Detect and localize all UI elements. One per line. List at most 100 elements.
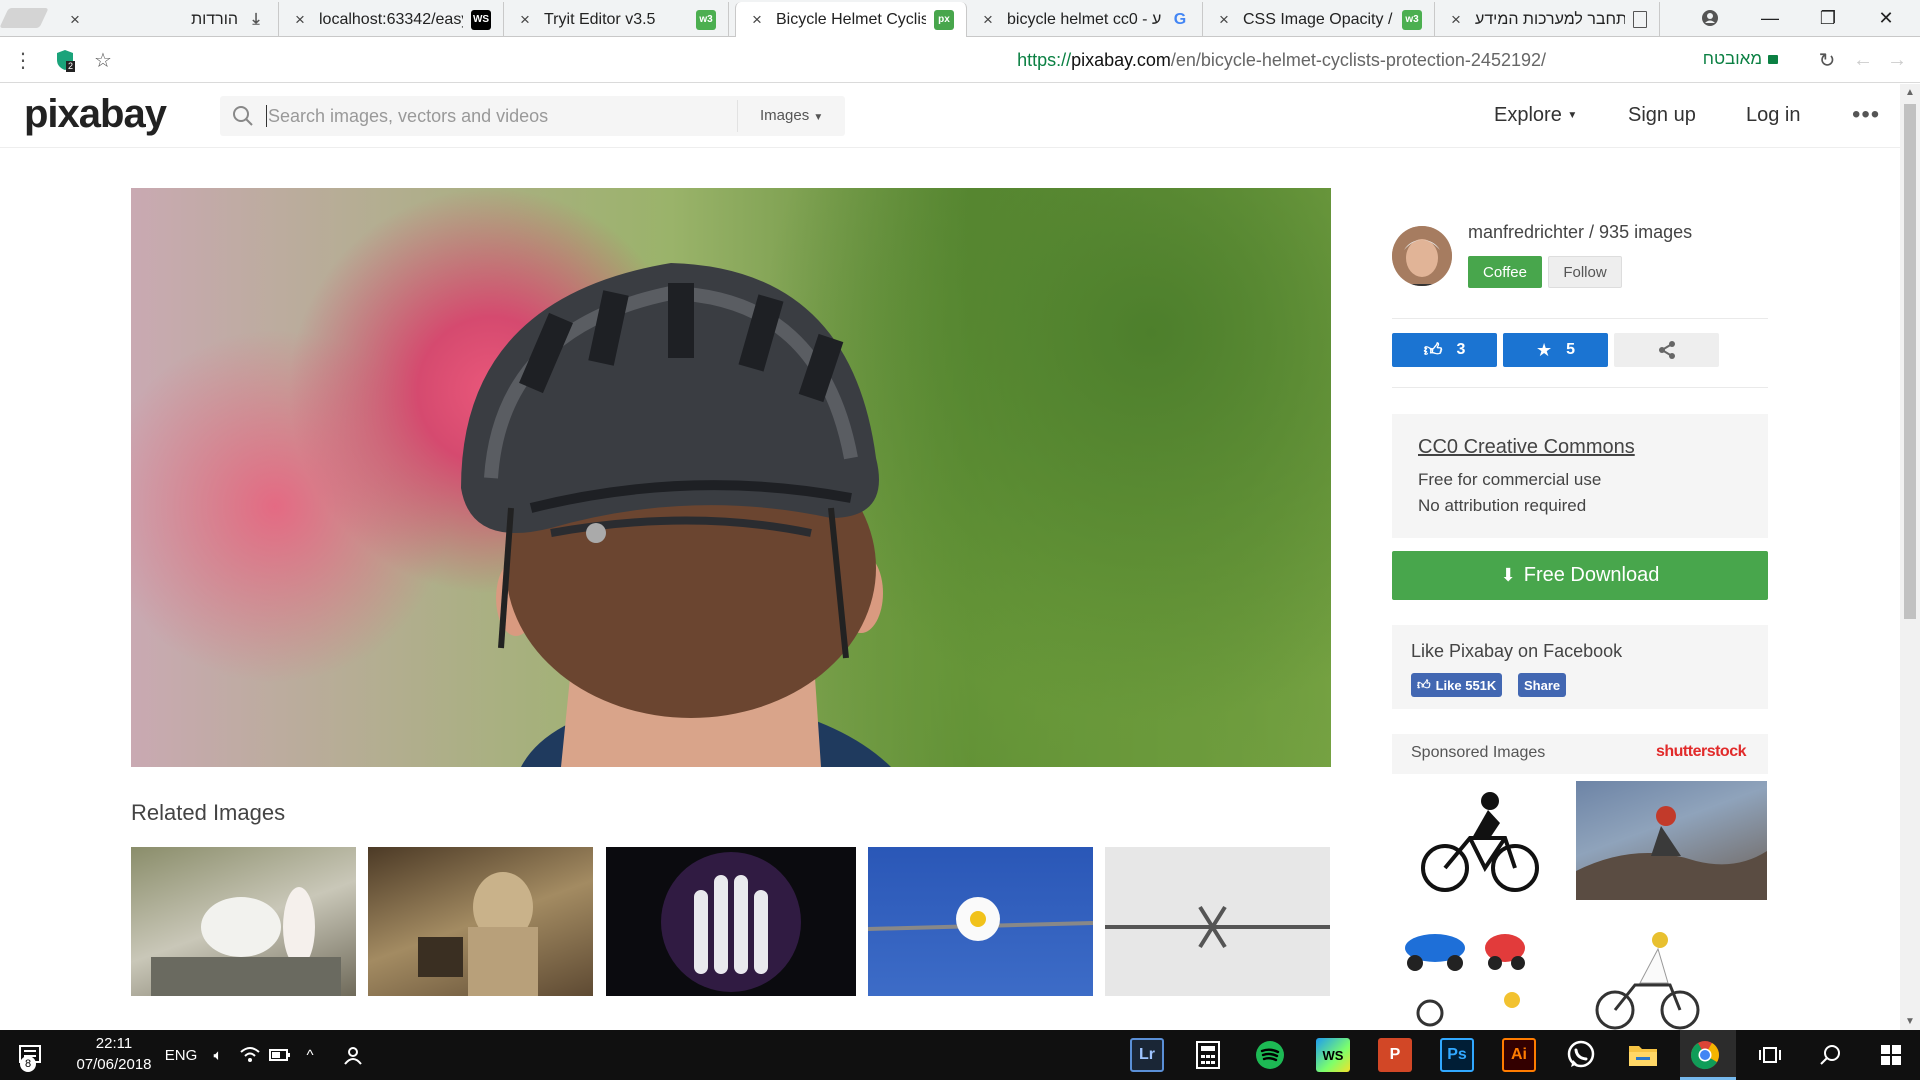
license-link[interactable]: CC0 Creative Commons (1418, 436, 1635, 459)
photoshop-icon[interactable]: Ps (1440, 1038, 1474, 1072)
menu-kebab-icon[interactable]: ⋮ (8, 45, 38, 75)
action-center-icon[interactable]: 8 (0, 1030, 60, 1080)
scroll-down-icon[interactable]: ▼ (1905, 1016, 1915, 1027)
address-bar[interactable]: https://pixabay.com/en/bicycle-helmet-cy… (118, 42, 1778, 78)
system-clock[interactable]: 22:11 07/06/2018 (70, 1033, 158, 1075)
pixabay-logo[interactable]: pixabay (24, 92, 167, 137)
forward-icon[interactable]: → (1882, 45, 1912, 75)
sponsored-image[interactable] (1400, 918, 1540, 1030)
chrome-icon[interactable] (1688, 1038, 1722, 1072)
page-scrollbar[interactable]: ▲ ▼ (1900, 84, 1920, 1030)
share-button[interactable] (1614, 333, 1719, 367)
favorite-button[interactable]: ★ 5 (1503, 333, 1608, 367)
author-avatar[interactable] (1392, 226, 1452, 286)
related-image-thumb[interactable] (606, 847, 856, 996)
file-explorer-icon[interactable] (1626, 1038, 1660, 1072)
close-tab-icon[interactable]: × (1447, 10, 1465, 30)
download-icon: ⤓ (252, 10, 260, 28)
coffee-button[interactable]: Coffee (1468, 256, 1542, 288)
task-view-icon[interactable] (1750, 1030, 1790, 1080)
bookmark-star-icon[interactable]: ☆ (88, 45, 118, 75)
helmet-photo-illustration (461, 263, 891, 767)
nav-signup[interactable]: Sign up (1628, 104, 1696, 127)
close-tab-icon[interactable]: × (291, 10, 309, 30)
related-images-title: Related Images (131, 800, 286, 825)
close-tab-icon[interactable]: × (516, 10, 534, 30)
shutterstock-logo[interactable]: shutterstock (1656, 743, 1747, 761)
facebook-like-button[interactable]: 👍︎ Like 551K (1411, 673, 1503, 697)
people-icon[interactable] (338, 1030, 366, 1080)
whatsapp-icon[interactable] (1564, 1038, 1598, 1072)
caret-down-icon: ▼ (1567, 110, 1578, 121)
powerpoint-icon[interactable]: P (1378, 1038, 1412, 1072)
related-image-thumb[interactable] (1105, 847, 1330, 996)
related-image-thumb[interactable] (368, 847, 593, 996)
notification-count-badge: 8 (20, 1056, 36, 1072)
main-photo[interactable] (131, 188, 1331, 767)
thumbs-up-icon: 👍︎ (1417, 677, 1431, 692)
battery-icon[interactable] (266, 1030, 294, 1080)
related-image-thumb[interactable] (131, 847, 356, 996)
scrollbar-thumb[interactable] (1904, 104, 1916, 619)
like-button[interactable]: 👍︎ 3 (1392, 333, 1497, 367)
close-tab-icon[interactable]: × (748, 10, 766, 30)
close-window-icon[interactable]: ✕ (1858, 0, 1914, 36)
tab-localhost[interactable]: × localhost:63342/easywa WS (279, 2, 504, 37)
free-download-button[interactable]: ⬇ Free Download (1392, 551, 1768, 600)
sponsored-image[interactable] (1576, 781, 1767, 900)
tab-google[interactable]: × bicycle helmet cc0 - ב ע G (967, 2, 1203, 37)
tab-info-systems[interactable]: × התחבר למערכות המידע (1435, 2, 1660, 37)
tab-downloads[interactable]: × הורדות ⤓ (54, 2, 279, 37)
nav-login[interactable]: Log in (1746, 104, 1801, 127)
search-divider (737, 100, 738, 132)
volume-icon[interactable]: 🔈︎ (204, 1030, 232, 1080)
close-tab-icon[interactable]: × (1215, 10, 1233, 30)
tab-pixabay[interactable]: × Bicycle Helmet Cyclists px (735, 2, 967, 37)
sponsored-title: Sponsored Images (1411, 744, 1546, 761)
facebook-box-title: Like Pixabay on Facebook (1411, 641, 1623, 661)
share-icon (1658, 341, 1675, 359)
extension-icon[interactable]: 2 (50, 45, 80, 75)
follow-button[interactable]: Follow (1548, 256, 1622, 288)
more-menu-icon[interactable]: ••• (1852, 101, 1880, 129)
search-input[interactable]: Search images, vectors and videos (268, 106, 548, 127)
media-type-select[interactable]: Images ▼ (760, 107, 823, 124)
divider (1392, 387, 1768, 388)
windows-taskbar: 8 22:11 07/06/2018 ENG 🔈︎ ^ Lr WS P Ps A… (0, 1030, 1920, 1080)
illustrator-icon[interactable]: Ai (1502, 1038, 1536, 1072)
secure-indicator[interactable]: מאובטח (1703, 49, 1778, 69)
facebook-share-button[interactable]: Share (1518, 673, 1567, 697)
reload-icon[interactable]: ↻ (1812, 45, 1842, 75)
back-icon[interactable]: ← (1848, 45, 1878, 75)
author-name[interactable]: manfredrichter / 935 images (1468, 222, 1692, 243)
url-text: https://pixabay.com/en/bicycle-helmet-cy… (1017, 50, 1546, 70)
spotify-icon[interactable] (1253, 1038, 1287, 1072)
webstorm-icon[interactable]: WS (1316, 1038, 1350, 1072)
tab-css-opacity[interactable]: × CSS Image Opacity / Tra w3 (1203, 2, 1435, 37)
related-image-thumb[interactable] (868, 847, 1093, 996)
windows-start-icon[interactable] (1866, 1030, 1916, 1080)
tab-title: הורדות (191, 10, 238, 28)
search-icon[interactable] (232, 105, 254, 127)
calculator-icon[interactable] (1191, 1038, 1225, 1072)
license-line: Free for commercial use (1418, 470, 1602, 489)
search-icon[interactable] (1810, 1030, 1850, 1080)
profile-icon[interactable] (1682, 0, 1738, 36)
search-bar[interactable]: Search images, vectors and videos Images… (220, 96, 845, 136)
restore-icon[interactable]: ❐ (1800, 0, 1856, 36)
close-tab-icon[interactable]: × (66, 10, 84, 30)
sponsored-image[interactable] (1410, 783, 1550, 898)
new-tab-button[interactable] (0, 8, 49, 28)
license-box: CC0 Creative Commons Free for commercial… (1392, 414, 1768, 538)
sponsored-image[interactable] (1590, 925, 1710, 1030)
lightroom-icon[interactable]: Lr (1130, 1038, 1164, 1072)
scroll-up-icon[interactable]: ▲ (1905, 87, 1915, 98)
tab-title: Tryit Editor v3.5 (544, 10, 656, 28)
wifi-icon[interactable] (236, 1030, 264, 1080)
chevron-up-icon[interactable]: ^ (296, 1030, 324, 1080)
close-tab-icon[interactable]: × (979, 10, 997, 30)
nav-explore[interactable]: Explore ▼ (1494, 104, 1577, 127)
minimize-icon[interactable]: — (1742, 0, 1798, 36)
tab-tryit[interactable]: × Tryit Editor v3.5 w3 (504, 2, 729, 37)
language-indicator[interactable]: ENG (162, 1030, 200, 1080)
